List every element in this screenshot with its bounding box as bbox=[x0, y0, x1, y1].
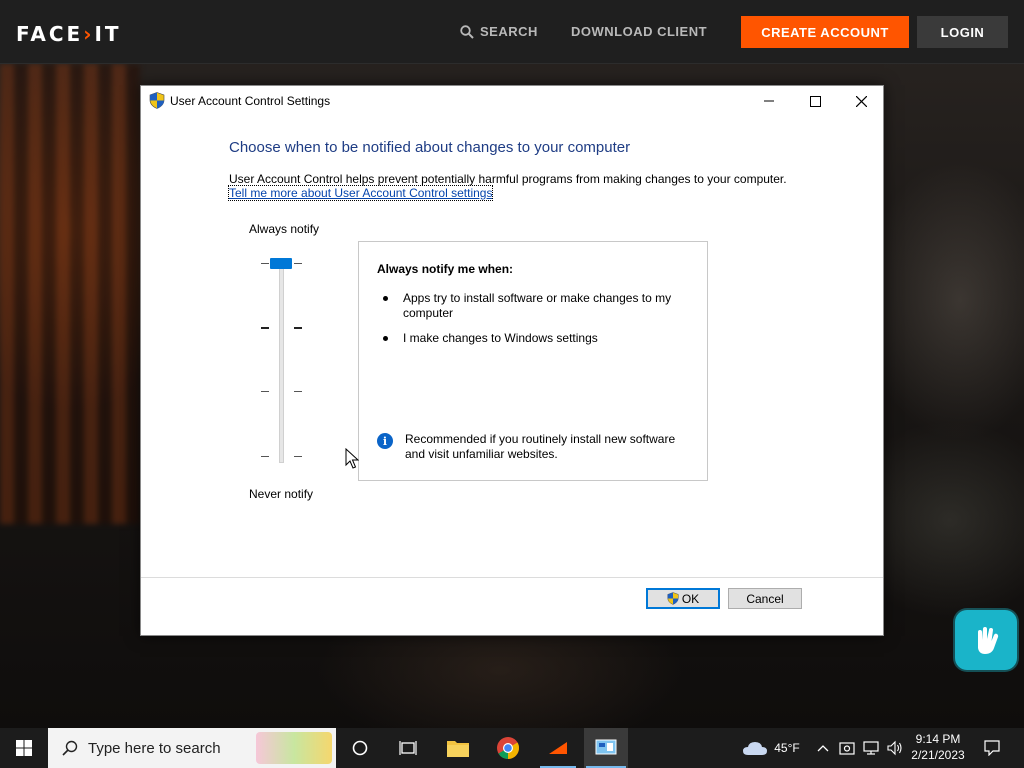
slider-top-label: Always notify bbox=[249, 222, 320, 236]
help-widget-button[interactable] bbox=[955, 610, 1017, 670]
info-bullet-item: Apps try to install software or make cha… bbox=[377, 291, 697, 321]
control-panel-button[interactable] bbox=[584, 728, 628, 768]
action-center-button[interactable] bbox=[976, 728, 1008, 768]
info-recommendation: i Recommended if you routinely install n… bbox=[377, 432, 697, 462]
search-icon bbox=[62, 740, 78, 756]
network-button[interactable] bbox=[860, 728, 882, 768]
nav-download-client-link[interactable]: DOWNLOAD CLIENT bbox=[571, 24, 707, 39]
dialog-divider bbox=[141, 577, 883, 578]
notification-info-panel: Always notify me when: Apps try to insta… bbox=[358, 241, 708, 481]
dialog-heading: Choose when to be notified about changes… bbox=[229, 139, 631, 156]
maximize-icon bbox=[809, 95, 821, 107]
slider-tick bbox=[294, 263, 302, 264]
start-button[interactable] bbox=[0, 728, 48, 768]
slider-tick bbox=[261, 456, 269, 457]
slider-tick bbox=[261, 263, 269, 264]
uac-settings-dialog: User Account Control Settings Choose whe… bbox=[140, 85, 884, 636]
show-hidden-icons-button[interactable] bbox=[812, 728, 834, 768]
close-icon bbox=[855, 95, 867, 107]
minimize-icon bbox=[764, 100, 774, 102]
uac-shield-icon bbox=[667, 592, 679, 605]
chrome-icon bbox=[497, 737, 519, 759]
weather-widget[interactable]: 45°F bbox=[736, 728, 806, 768]
faceit-logo[interactable]: FACE›IT bbox=[16, 22, 122, 46]
network-icon bbox=[863, 741, 879, 755]
cortana-button[interactable] bbox=[340, 728, 380, 768]
windows-start-icon bbox=[16, 740, 32, 756]
maximize-button[interactable] bbox=[792, 86, 838, 116]
windows-taskbar: Type here to search 45°F 9:14 PM 2/21/20… bbox=[0, 728, 1024, 768]
task-view-icon bbox=[399, 741, 417, 755]
weather-temperature: 45°F bbox=[774, 741, 800, 755]
faceit-app-icon bbox=[549, 742, 567, 754]
login-button[interactable]: LOGIN bbox=[917, 16, 1008, 48]
chevron-up-icon bbox=[817, 745, 829, 752]
info-icon: i bbox=[377, 433, 393, 449]
slider-track[interactable] bbox=[279, 258, 284, 463]
close-button[interactable] bbox=[838, 86, 884, 116]
file-explorer-icon bbox=[447, 741, 469, 757]
slider-tick bbox=[261, 391, 269, 392]
dialog-description: User Account Control helps prevent poten… bbox=[229, 172, 787, 186]
nav-search-link[interactable]: SEARCH bbox=[460, 24, 538, 39]
taskbar-search-box[interactable]: Type here to search bbox=[48, 728, 336, 768]
faceit-topbar: FACE›IT SEARCH DOWNLOAD CLIENT CREATE AC… bbox=[0, 0, 1024, 64]
security-tray-icon bbox=[839, 742, 855, 755]
notification-icon bbox=[984, 740, 1000, 756]
cancel-button[interactable]: Cancel bbox=[728, 588, 802, 609]
slider-tick bbox=[294, 391, 302, 392]
clock-time: 9:14 PM bbox=[915, 732, 961, 746]
uac-shield-icon bbox=[149, 92, 165, 109]
slider-bottom-label: Never notify bbox=[249, 487, 314, 501]
create-account-button[interactable]: CREATE ACCOUNT bbox=[741, 16, 909, 48]
hand-wave-icon bbox=[978, 627, 999, 654]
taskbar-clock[interactable]: 9:14 PM 2/21/2023 bbox=[900, 731, 976, 763]
nav-search-label: SEARCH bbox=[480, 24, 538, 39]
background-curtain-image bbox=[0, 64, 140, 524]
security-tray-button[interactable] bbox=[836, 728, 858, 768]
minimize-button[interactable] bbox=[746, 86, 792, 116]
info-bullet-item: I make changes to Windows settings bbox=[377, 331, 697, 346]
slider-tick bbox=[261, 327, 269, 329]
slider-tick bbox=[294, 327, 302, 329]
task-view-button[interactable] bbox=[388, 728, 428, 768]
chrome-button[interactable] bbox=[488, 728, 528, 768]
cortana-icon bbox=[352, 740, 368, 756]
learn-more-link[interactable]: Tell me more about User Account Control … bbox=[227, 185, 494, 201]
ok-button-label: OK bbox=[681, 591, 700, 606]
file-explorer-button[interactable] bbox=[438, 728, 478, 768]
slider-tick bbox=[294, 456, 302, 457]
taskbar-search-placeholder: Type here to search bbox=[88, 739, 221, 757]
slider-thumb[interactable] bbox=[270, 258, 292, 269]
faceit-app-button[interactable] bbox=[538, 728, 578, 768]
control-panel-icon bbox=[595, 739, 617, 755]
info-panel-title: Always notify me when: bbox=[377, 262, 514, 276]
cloud-icon bbox=[743, 742, 768, 755]
info-recommendation-text: Recommended if you routinely install new… bbox=[405, 432, 676, 461]
search-icon bbox=[460, 24, 474, 39]
ok-button[interactable]: OK bbox=[646, 588, 720, 609]
clock-date: 2/21/2023 bbox=[911, 748, 965, 762]
dialog-titlebar[interactable]: User Account Control Settings bbox=[141, 86, 883, 116]
dialog-title: User Account Control Settings bbox=[170, 94, 331, 108]
search-highlight-image bbox=[256, 732, 332, 764]
info-bullet-list: Apps try to install software or make cha… bbox=[377, 291, 697, 356]
mouse-pointer-icon bbox=[345, 448, 359, 469]
